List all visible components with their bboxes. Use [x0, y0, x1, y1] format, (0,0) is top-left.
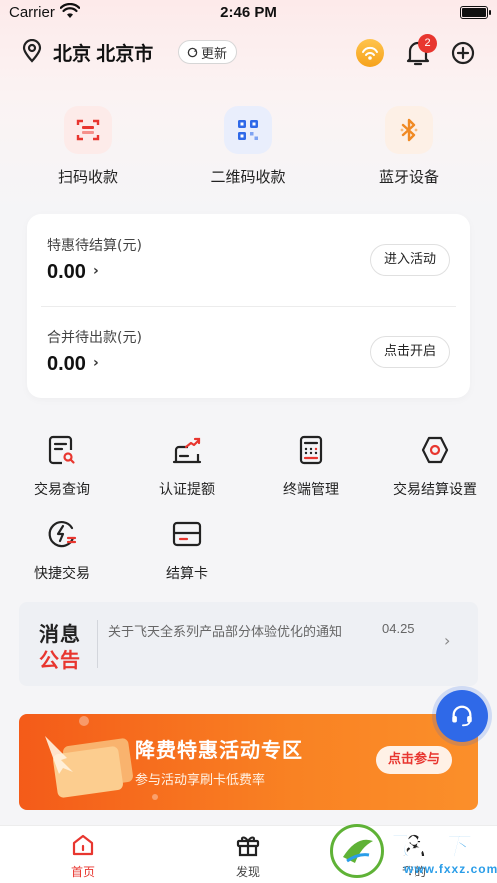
- grid-item-label: 交易结算设置: [393, 482, 477, 498]
- grid-item-transaction-query[interactable]: 交易查询: [2, 434, 122, 499]
- location-pin-icon[interactable]: [22, 39, 42, 63]
- notice-date: 04.25: [382, 621, 415, 636]
- settlement-card: 特惠待结算(元) 0.00 › 进入活动 合并待出款(元) 0.00 › 点击开…: [27, 214, 470, 398]
- settlement-row: 特惠待结算(元) 0.00 › 进入活动: [27, 214, 470, 306]
- card-illustration-icon: [45, 736, 133, 798]
- qr-code-icon: [224, 106, 272, 154]
- grid-item-settlement-card[interactable]: 结算卡: [127, 518, 247, 583]
- refresh-icon: [187, 47, 198, 57]
- home-icon: [72, 834, 94, 856]
- chevron-right-icon[interactable]: ›: [93, 355, 99, 371]
- quick-action-qrcode[interactable]: 二维码收款: [188, 106, 308, 187]
- card-icon: [172, 521, 202, 547]
- terminal-icon: [299, 435, 323, 465]
- quick-action-label: 扫码收款: [57, 168, 118, 186]
- notice-separator: [97, 620, 98, 668]
- settlement-label: 合并待出款(元): [47, 330, 142, 346]
- refresh-label: 更新: [201, 46, 228, 62]
- banner-decoration: [152, 794, 158, 800]
- chevron-right-icon[interactable]: ›: [93, 263, 99, 279]
- top-header: 北京 北京市 更新 2: [0, 34, 497, 70]
- quick-trade-icon: [48, 521, 77, 548]
- watermark-logo-icon: [330, 824, 384, 878]
- watermark-url: www.fxxz.com: [404, 862, 497, 876]
- enter-activity-button[interactable]: 进入活动: [369, 244, 450, 276]
- customer-service-button[interactable]: [436, 690, 488, 742]
- settings-icon: [421, 436, 449, 464]
- bluetooth-icon: [385, 106, 433, 154]
- notice-title-line2: 公告: [39, 648, 81, 672]
- enable-button[interactable]: 点击开启: [369, 336, 450, 368]
- gift-icon: [236, 836, 260, 857]
- settlement-amount[interactable]: 0.00: [47, 353, 86, 376]
- grid-item-label: 交易查询: [34, 482, 90, 498]
- grid-item-label: 结算卡: [166, 566, 208, 582]
- settlement-amount[interactable]: 0.00: [47, 261, 86, 284]
- grid-item-limit-increase[interactable]: 认证提额: [127, 434, 247, 499]
- banner-subtitle: 参与活动享刷卡低费率: [135, 773, 266, 788]
- quick-action-scan[interactable]: 扫码收款: [28, 106, 148, 187]
- grid-item-quick-trade[interactable]: 快捷交易: [2, 518, 122, 583]
- tab-discover[interactable]: 发现: [208, 832, 288, 880]
- chevron-right-icon[interactable]: ›: [444, 631, 450, 650]
- add-circle-icon[interactable]: [451, 41, 475, 65]
- notice-title-line1: 消息: [39, 622, 81, 646]
- tab-label: 首页: [70, 865, 95, 879]
- tab-home[interactable]: 首页: [43, 832, 123, 880]
- signal-glyph: [362, 46, 378, 60]
- settlement-label: 特惠待结算(元): [47, 238, 142, 254]
- join-activity-button[interactable]: 点击参与: [376, 746, 453, 774]
- refresh-location-button[interactable]: 更新: [178, 40, 238, 64]
- grid-item-label: 快捷交易: [34, 566, 90, 582]
- status-time: 2:46 PM: [220, 4, 277, 21]
- battery-icon: [460, 6, 491, 19]
- coin-icon[interactable]: [356, 39, 384, 67]
- banner-decoration: [79, 716, 89, 726]
- announcement-bar[interactable]: 消息 公告 关于飞天全系列产品部分体验优化的通知 04.25 ›: [19, 602, 478, 686]
- quick-action-bluetooth[interactable]: 蓝牙设备: [349, 106, 469, 187]
- headset-icon: [452, 705, 472, 727]
- promo-banner[interactable]: 降费特惠活动专区 参与活动享刷卡低费率 点击参与: [19, 714, 478, 810]
- notice-text[interactable]: 关于飞天全系列产品部分体验优化的通知: [108, 621, 342, 640]
- site-watermark: 飞翔下载 www.fxxz.com: [330, 822, 497, 883]
- notification-badge: 2: [418, 34, 437, 53]
- grid-item-settlement-settings[interactable]: 交易结算设置: [375, 434, 495, 499]
- status-bar: Carrier 2:46 PM: [0, 0, 497, 26]
- grid-item-terminal[interactable]: 终端管理: [251, 434, 371, 499]
- settlement-row: 合并待出款(元) 0.00 › 点击开启: [27, 306, 470, 398]
- grid-item-label: 终端管理: [283, 482, 339, 498]
- quick-action-label: 蓝牙设备: [378, 168, 439, 186]
- limit-increase-icon: [172, 437, 202, 464]
- banner-title: 降费特惠活动专区: [135, 738, 303, 762]
- tab-label: 发现: [235, 865, 260, 879]
- quick-action-label: 二维码收款: [210, 168, 286, 186]
- grid-item-label: 认证提额: [159, 482, 215, 498]
- city-name[interactable]: 北京 北京市: [53, 39, 153, 66]
- transaction-query-icon: [48, 435, 75, 465]
- scan-icon: [64, 106, 112, 154]
